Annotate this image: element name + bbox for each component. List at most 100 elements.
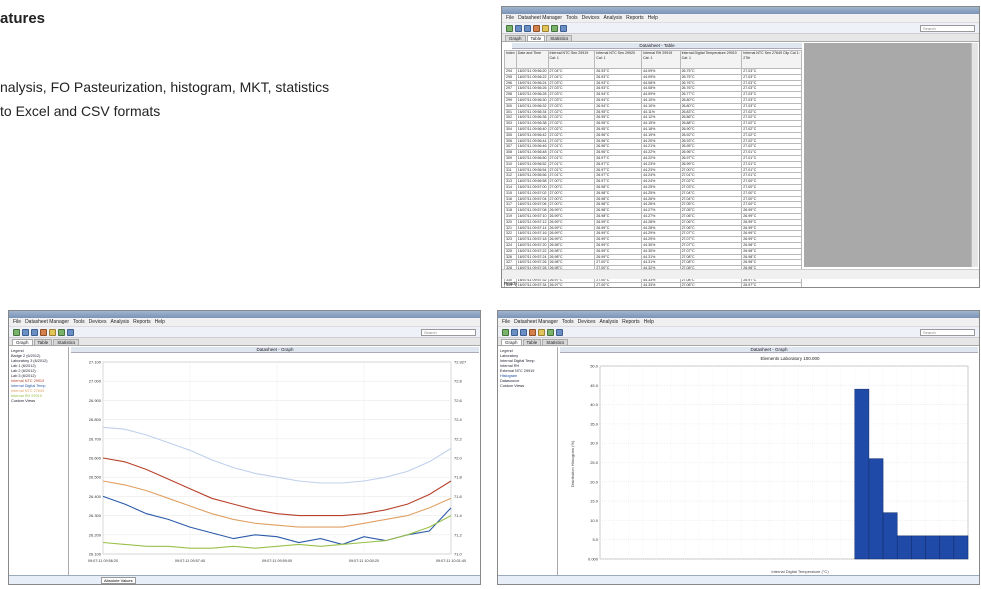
table-cell: 16/07/11 09:57:08: [515, 207, 549, 214]
feature-line-2: to Excel and CSV formats: [0, 103, 161, 119]
tab-statistics[interactable]: Statistics: [546, 35, 573, 41]
legend-item[interactable]: Custom Views: [11, 399, 66, 404]
open-icon[interactable]: [22, 328, 29, 336]
open-icon[interactable]: [515, 24, 522, 32]
y-tick-label: 26.600: [89, 456, 102, 461]
x-tick-label: 09:07:11 09:59:00: [262, 559, 292, 563]
menu-reports[interactable]: Reports: [133, 319, 151, 325]
table-cell: 16/07/11 09:57:34: [515, 282, 549, 288]
legend-sidebar: Legend Badge 2 (6/2012) Laboratory 3 (6/…: [9, 347, 69, 577]
search-input[interactable]: Search: [920, 329, 975, 336]
menu-bar: File Datasheet Manager Tools Devices Ana…: [498, 318, 979, 327]
feature-line-1: nalysis, FO Pasteurization, histogram, M…: [0, 79, 330, 95]
settings-icon[interactable]: [538, 328, 545, 336]
open-icon[interactable]: [511, 328, 518, 336]
table-cell: 16/07/11 09:56:26: [515, 85, 549, 93]
graph-icon[interactable]: [547, 328, 554, 336]
histogram-header-text: Elements Laboratory 100.000: [760, 356, 820, 361]
table-cell: 16/07/11 09:56:34: [515, 108, 549, 116]
new-icon[interactable]: [502, 328, 509, 336]
menu-datasheet-manager[interactable]: Datasheet Manager: [518, 15, 562, 21]
toolbar: Search: [498, 327, 979, 338]
settings-icon[interactable]: [49, 328, 56, 336]
save-icon[interactable]: [520, 328, 527, 336]
graph-icon[interactable]: [551, 24, 558, 32]
download-icon[interactable]: [533, 24, 540, 32]
menu-tools[interactable]: Tools: [73, 319, 85, 325]
menu-devices[interactable]: Devices: [89, 319, 107, 325]
status-field[interactable]: Absolute Values: [101, 577, 136, 584]
download-icon[interactable]: [40, 328, 47, 336]
export-icon[interactable]: [560, 24, 567, 32]
menu-datasheet-manager[interactable]: Datasheet Manager: [514, 319, 558, 325]
menu-tools[interactable]: Tools: [562, 319, 574, 325]
tab-statistics[interactable]: Statistics: [542, 339, 569, 345]
save-icon[interactable]: [524, 24, 531, 32]
legend-item[interactable]: Custom Views: [500, 384, 555, 389]
settings-icon[interactable]: [542, 24, 549, 32]
vertical-scrollbar[interactable]: [971, 43, 978, 267]
column-header[interactable]: Internal NTC Sen 27649 Clip Cal 1: 27th: [741, 50, 802, 69]
column-header[interactable]: Internal Digital Temperature 29919 Cal: …: [679, 50, 743, 69]
y-tick-label: 26.300: [89, 513, 102, 518]
x-tick-label: 09:07:11 09:57:40: [175, 559, 205, 563]
download-icon[interactable]: [529, 328, 536, 336]
table-cell: 26.97°C: [741, 282, 802, 287]
column-header[interactable]: Internal RH 29919 Cal: 1: [641, 50, 681, 69]
tab-statistics[interactable]: Statistics: [53, 339, 80, 345]
menu-reports[interactable]: Reports: [626, 15, 644, 21]
y-tick-label: 26.900: [89, 398, 102, 403]
export-icon[interactable]: [556, 328, 563, 336]
tab-table[interactable]: Table: [522, 339, 542, 345]
menu-help[interactable]: Help: [648, 15, 658, 21]
empty-area: [804, 43, 972, 267]
save-icon[interactable]: [31, 328, 38, 336]
menu-file[interactable]: File: [502, 319, 510, 325]
column-header[interactable]: Internal NTC Sen 29920 Cal: 1: [594, 50, 643, 69]
menu-analysis[interactable]: Analysis: [110, 319, 129, 325]
menu-datasheet-manager[interactable]: Datasheet Manager: [25, 319, 69, 325]
table-cell: 16/07/11 09:56:58: [515, 178, 549, 185]
search-input[interactable]: Search: [920, 25, 975, 32]
window-titlebar: [9, 311, 480, 318]
column-header[interactable]: Date and Time: [515, 50, 549, 69]
tab-graph[interactable]: Graph: [501, 339, 522, 345]
menu-devices[interactable]: Devices: [578, 319, 596, 325]
menu-devices[interactable]: Devices: [582, 15, 600, 21]
tab-graph[interactable]: Graph: [505, 35, 526, 41]
menu-bar: File Datasheet Manager Tools Devices Ana…: [502, 14, 979, 23]
menu-analysis[interactable]: Analysis: [599, 319, 618, 325]
graph-icon[interactable]: [58, 328, 65, 336]
y2-tick-label: 72.0: [454, 456, 463, 461]
search-input[interactable]: Search: [421, 329, 476, 336]
y-tick-label: 20.0: [590, 479, 599, 484]
histogram-chart[interactable]: Elements Laboratory 100.000 Distribution…: [560, 354, 978, 576]
tab-graph[interactable]: Graph: [12, 339, 33, 345]
column-header[interactable]: Index: [504, 50, 517, 69]
new-icon[interactable]: [506, 24, 513, 32]
table-panel-title: Datasheet - Table: [512, 43, 802, 49]
export-icon[interactable]: [67, 328, 74, 336]
menu-analysis[interactable]: Analysis: [603, 15, 622, 21]
y-tick-label: 40.0: [590, 402, 599, 407]
menu-help[interactable]: Help: [644, 319, 654, 325]
tab-table[interactable]: Table: [526, 35, 546, 41]
y-tick-label: 50.0: [590, 364, 599, 369]
y-tick-label: 5.0: [592, 537, 598, 542]
tab-table[interactable]: Table: [33, 339, 53, 345]
features-heading: atures: [0, 10, 46, 27]
line-chart[interactable]: 27.100 27.000 26.900 26.800 26.700 26.600 26.5…: [71, 354, 479, 576]
column-header[interactable]: Internal NTC Sen 29919 Cal: 1: [547, 50, 596, 69]
menu-help[interactable]: Help: [155, 319, 165, 325]
menu-file[interactable]: File: [13, 319, 21, 325]
menu-bar: File Datasheet Manager Tools Devices Ana…: [9, 318, 480, 327]
table-row[interactable]: 331 16/07/11 09:57:34 26.97°C 27.00°C 44.33%…: [504, 282, 802, 288]
table-cell: 16/07/11 09:56:32: [515, 102, 549, 110]
new-icon[interactable]: [13, 328, 20, 336]
menu-tools[interactable]: Tools: [566, 15, 578, 21]
histogram-bar: [896, 535, 912, 560]
data-table-wrap: Index Date and Time Internal NTC Sen 29919…: [504, 50, 802, 288]
menu-file[interactable]: File: [506, 15, 514, 21]
menu-reports[interactable]: Reports: [622, 319, 640, 325]
window-titlebar: [502, 7, 979, 14]
